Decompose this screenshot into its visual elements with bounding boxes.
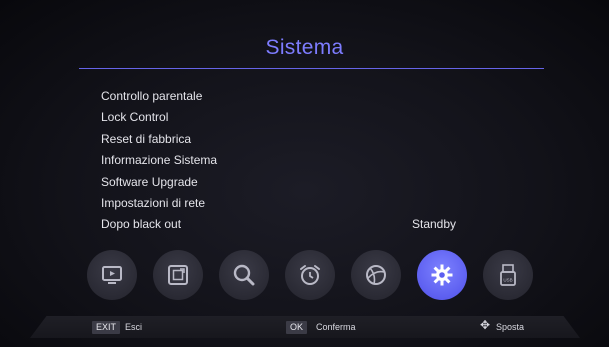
settings-menu: Controllo parentale Lock Control Reset d… [101,86,481,236]
menu-item-system-info[interactable]: Informazione Sistema [101,150,481,171]
move-label: Sposta [496,322,525,332]
title-divider [79,68,544,69]
tv-icon[interactable] [87,250,137,300]
menu-item-label: Software Upgrade [101,174,198,189]
move-arrows-icon: ✥ [480,318,491,332]
ok-label: Conferma [316,322,356,332]
ok-key[interactable]: OK [286,321,308,334]
menu-item-network-settings[interactable]: Impostazioni di rete [101,193,481,214]
exit-key[interactable]: EXIT [92,321,121,334]
menu-item-label: Lock Control [101,110,169,125]
menu-item-label: Controllo parentale [101,89,203,103]
exit-label: Esci [125,322,143,332]
svg-text:USB: USB [503,278,512,283]
menu-item-value[interactable]: Standby [412,214,456,235]
menu-item-after-blackout[interactable]: Dopo black out Standby [101,214,481,235]
search-icon[interactable] [219,250,269,300]
menu-item-label: Informazione Sistema [101,153,218,168]
menu-item-label: Dopo black out [101,217,182,232]
footer-key-hints: EXIT Esci OK Conferma ✥ Sposta [30,316,580,338]
page-title: Sistema [265,36,344,59]
menu-item-label: Reset di fabbrica [101,131,192,146]
alarm-clock-icon[interactable] [285,250,335,300]
menu-item-factory-reset[interactable]: Reset di fabbrica [101,129,481,150]
gear-icon[interactable] [417,250,467,300]
category-icon-bar: USB [87,250,533,302]
tv-menu-screen: Sistema Controllo parentale Lock Control… [0,0,609,347]
usb-icon[interactable]: USB [483,250,533,300]
picture-icon[interactable] [153,250,203,300]
menu-item-parental-control[interactable]: Controllo parentale [101,86,481,107]
menu-item-software-upgrade[interactable]: Software Upgrade [101,172,481,193]
menu-item-lock-control[interactable]: Lock Control [101,107,481,128]
globe-icon[interactable] [351,250,401,300]
menu-item-label: Impostazioni di rete [101,195,206,210]
